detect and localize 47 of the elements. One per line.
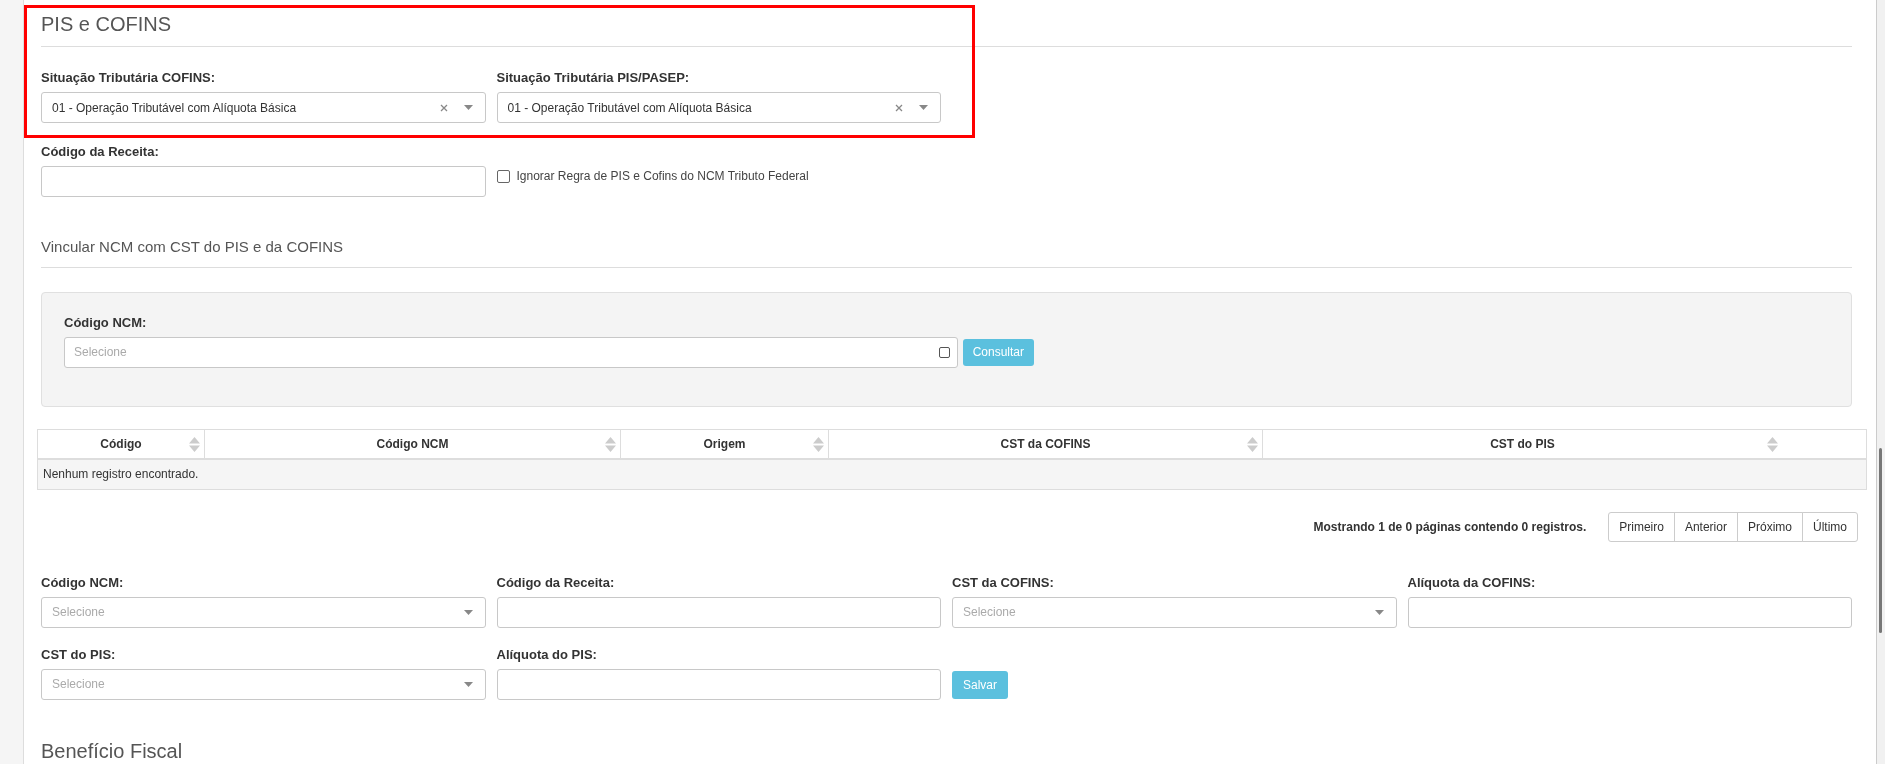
field-label: Situação Tributária PIS/PASEP: [496, 69, 691, 87]
section-title: Vincular NCM com CST do PIS e da COFINS [41, 236, 1852, 268]
pagination-button[interactable]: Primeiro [1608, 511, 1675, 542]
input-field[interactable] [496, 668, 941, 700]
select-field[interactable]: 01 - Operação Tributável com Alíquota Básica [496, 92, 941, 123]
sort-icon [1767, 436, 1778, 452]
caret-icon [919, 105, 928, 110]
pagination-button[interactable]: Próximo [1736, 511, 1803, 542]
sort-icon [189, 436, 200, 452]
scrollbar[interactable] [1876, 0, 1885, 764]
field-label: CST da COFINS: [952, 573, 1055, 592]
clear-icon[interactable] [895, 103, 903, 112]
sort-icon [605, 436, 616, 452]
caret-icon [463, 105, 473, 110]
select-field[interactable]: 01 - Operação Tributável com Alíquota Básica [41, 92, 486, 123]
field-label: Alíquota da COFINS: [1407, 573, 1537, 592]
input-field[interactable] [1407, 596, 1852, 628]
scrollbar-thumb[interactable] [1879, 448, 1882, 633]
field-label: Código da Receita: [496, 573, 616, 592]
pagination-button[interactable]: Anterior [1673, 511, 1738, 542]
field-label: Situação Tributária COFINS: [41, 69, 217, 87]
section-title: Benefício Fiscal [41, 738, 184, 764]
input-field[interactable] [496, 596, 941, 628]
caret-icon [1374, 609, 1384, 615]
caret-icon [463, 681, 473, 687]
column-header[interactable]: Código NCM [204, 429, 620, 458]
caret-icon [463, 609, 473, 615]
square-icon [938, 346, 950, 358]
field-label: Alíquota do PIS: [496, 645, 598, 664]
empty-message: Nenhum registro encontrado. [43, 466, 199, 483]
column-header[interactable]: CST da COFINS [828, 429, 1262, 458]
column-header[interactable]: Código [38, 429, 204, 458]
column-header[interactable]: Origem [620, 429, 828, 458]
checkbox-label: Ignorar Regra de PIS e Cofins do NCM Tributo Federal [516, 168, 809, 185]
field-label: Código NCM: [64, 313, 148, 332]
field-label: CST do PIS: [41, 645, 117, 664]
section-title: PIS e COFINS [41, 0, 1852, 47]
input-field[interactable] [41, 166, 486, 197]
sort-icon [1247, 436, 1258, 452]
checkbox[interactable] [496, 169, 510, 183]
field-label: Código da Receita: [41, 143, 160, 161]
sort-icon [813, 436, 824, 452]
pagination-button[interactable]: Último [1802, 511, 1858, 542]
clear-icon[interactable] [439, 103, 448, 112]
column-header[interactable]: CST do PIS [1262, 429, 1782, 458]
pagination-summary: Mostrando 1 de 0 páginas contendo 0 registros. [1313, 518, 1587, 536]
field-label: Código NCM: [41, 573, 125, 592]
